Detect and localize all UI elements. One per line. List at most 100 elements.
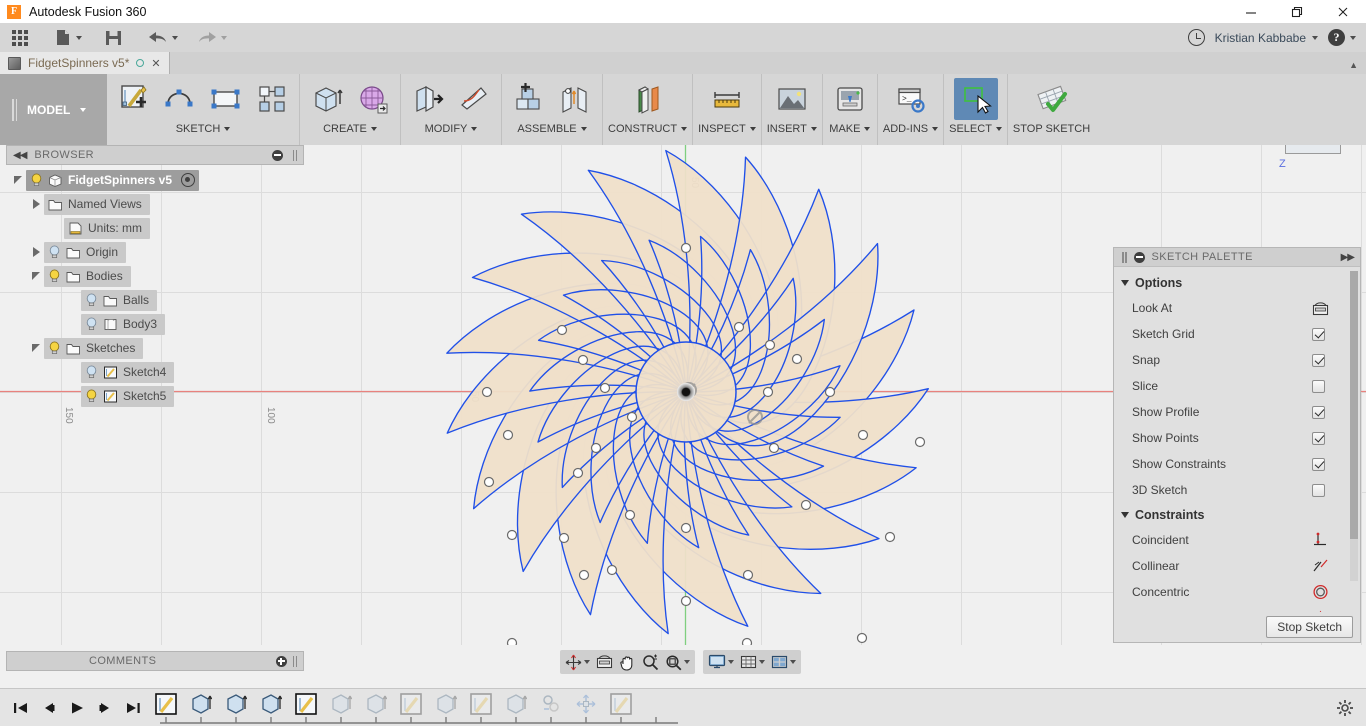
light-bulb-off-icon[interactable] bbox=[48, 245, 61, 259]
light-bulb-off-icon[interactable] bbox=[85, 317, 98, 331]
section-options[interactable]: Options bbox=[1114, 271, 1360, 295]
view-cube-face[interactable]: TOP bbox=[1285, 145, 1341, 154]
timeline-settings-button[interactable] bbox=[1336, 699, 1354, 717]
ribbon-group-label[interactable]: MODIFY bbox=[425, 123, 478, 135]
ribbon-group-label[interactable]: INSERT bbox=[767, 123, 817, 135]
twisty-right-icon[interactable] bbox=[28, 199, 44, 209]
option-show-points[interactable]: Show Points bbox=[1114, 425, 1360, 451]
option-show-constraints[interactable]: Show Constraints bbox=[1114, 451, 1360, 477]
tree-item-sketch5[interactable]: Sketch5 bbox=[6, 384, 304, 408]
drag-handle-icon[interactable] bbox=[292, 655, 297, 667]
pattern-button[interactable] bbox=[250, 78, 294, 120]
play-button[interactable] bbox=[68, 699, 86, 717]
minus-circle-icon[interactable] bbox=[1133, 251, 1145, 263]
undo-button[interactable] bbox=[141, 23, 184, 52]
stop-sketch-button[interactable] bbox=[1030, 78, 1074, 120]
plus-circle-icon[interactable] bbox=[275, 655, 287, 667]
ribbon-group-label[interactable]: CREATE bbox=[323, 123, 377, 135]
comments-panel[interactable]: COMMENTS bbox=[6, 651, 304, 671]
rectangle-button[interactable] bbox=[204, 78, 248, 120]
midpoint-constraint-icon[interactable] bbox=[1312, 610, 1329, 612]
minus-circle-icon[interactable] bbox=[271, 149, 283, 161]
select-button[interactable] bbox=[953, 78, 998, 120]
go-to-beginning-button[interactable] bbox=[12, 699, 30, 717]
concentric-constraint-icon[interactable] bbox=[1312, 584, 1329, 600]
ribbon-group-label[interactable]: MAKE bbox=[829, 123, 871, 135]
new-file-button[interactable] bbox=[48, 23, 88, 52]
workspace-switcher[interactable]: MODEL bbox=[0, 74, 107, 145]
new-component-button[interactable] bbox=[507, 78, 551, 120]
maximize-button[interactable] bbox=[1274, 0, 1320, 23]
user-menu[interactable]: Kristian Kabbabe bbox=[1215, 31, 1318, 45]
twisty-down-icon[interactable] bbox=[10, 176, 26, 184]
fillet-button[interactable] bbox=[452, 78, 496, 120]
close-button[interactable] bbox=[1320, 0, 1366, 23]
timeline-sketch-feature[interactable] bbox=[294, 692, 318, 716]
option-3d-sketch[interactable]: 3D Sketch bbox=[1114, 477, 1360, 503]
display-settings-button[interactable] bbox=[706, 651, 736, 673]
twisty-down-icon[interactable] bbox=[28, 344, 44, 352]
twisty-right-icon[interactable] bbox=[28, 247, 44, 257]
show-profile-checkbox[interactable] bbox=[1312, 405, 1325, 419]
go-to-end-button[interactable] bbox=[124, 699, 142, 717]
light-bulb-on-icon[interactable] bbox=[48, 269, 61, 283]
tree-item-origin[interactable]: Origin bbox=[6, 240, 304, 264]
show-constraints-checkbox[interactable] bbox=[1312, 457, 1325, 471]
timeline-extrude-feature[interactable] bbox=[364, 692, 388, 716]
viewports-button[interactable] bbox=[769, 651, 798, 673]
insert-canvas-button[interactable] bbox=[770, 78, 814, 120]
scripts-addins-button[interactable]: >_ bbox=[889, 78, 933, 120]
pan-button[interactable] bbox=[617, 651, 638, 673]
step-forward-button[interactable] bbox=[96, 699, 114, 717]
expand-right-icon[interactable]: ▶▶ bbox=[1341, 252, 1355, 263]
ribbon-group-label[interactable]: CONSTRUCT bbox=[608, 123, 688, 135]
option-snap[interactable]: Snap bbox=[1114, 347, 1360, 373]
timeline-sketch-feature[interactable] bbox=[399, 692, 423, 716]
offset-plane-button[interactable] bbox=[626, 78, 670, 120]
joint-button[interactable] bbox=[553, 78, 597, 120]
slice-checkbox[interactable] bbox=[1312, 379, 1325, 393]
timeline-sketch-feature[interactable] bbox=[469, 692, 493, 716]
look-at-icon[interactable] bbox=[1312, 301, 1329, 316]
press-pull-button[interactable] bbox=[406, 78, 450, 120]
timeline-joint-feature[interactable] bbox=[539, 692, 563, 716]
timeline-sketch-feature[interactable] bbox=[609, 692, 633, 716]
show-points-checkbox[interactable] bbox=[1312, 431, 1325, 445]
tree-item-sketch4[interactable]: Sketch4 bbox=[6, 360, 304, 384]
ribbon-group-label[interactable]: INSPECT bbox=[698, 123, 756, 135]
ribbon-group-label[interactable]: ADD-INS bbox=[883, 123, 939, 135]
tree-item-balls[interactable]: Balls bbox=[6, 288, 304, 312]
3d-print-button[interactable] bbox=[828, 78, 872, 120]
ribbon-group-label[interactable]: ASSEMBLE bbox=[517, 123, 587, 135]
zoom-button[interactable] bbox=[640, 651, 661, 673]
timeline-move-feature[interactable] bbox=[574, 692, 598, 716]
light-bulb-off-icon[interactable] bbox=[85, 293, 98, 307]
look-at-button[interactable] bbox=[594, 651, 615, 673]
timeline-extrude-feature[interactable] bbox=[434, 692, 458, 716]
twisty-down-icon[interactable] bbox=[28, 272, 44, 280]
orbit-button[interactable] bbox=[563, 651, 592, 673]
timeline-sketch-feature[interactable] bbox=[154, 692, 178, 716]
timeline-extrude-feature[interactable] bbox=[259, 692, 283, 716]
snap-checkbox[interactable] bbox=[1312, 353, 1325, 367]
section-constraints[interactable]: Constraints bbox=[1114, 503, 1360, 527]
app-grid-button[interactable] bbox=[0, 23, 34, 52]
zoom-fit-button[interactable] bbox=[663, 651, 692, 673]
tree-item-sketches[interactable]: Sketches bbox=[6, 336, 304, 360]
collinear-constraint-icon[interactable] bbox=[1312, 558, 1329, 574]
ribbon-group-label[interactable]: SKETCH bbox=[176, 123, 231, 135]
coincident-constraint-icon[interactable] bbox=[1312, 532, 1329, 548]
redo-button[interactable] bbox=[190, 23, 233, 52]
activate-component-icon[interactable] bbox=[181, 173, 196, 187]
option-look-at[interactable]: Look At bbox=[1114, 295, 1360, 321]
constraint-collinear[interactable]: Collinear bbox=[1114, 553, 1360, 579]
option-sketch-grid[interactable]: Sketch Grid bbox=[1114, 321, 1360, 347]
create-form-button[interactable] bbox=[351, 78, 395, 120]
minimize-button[interactable] bbox=[1228, 0, 1274, 23]
timeline-extrude-feature[interactable] bbox=[504, 692, 528, 716]
tree-item-bodies[interactable]: Bodies bbox=[6, 264, 304, 288]
tree-item-units[interactable]: Units: mm bbox=[6, 216, 304, 240]
tree-item-body3[interactable]: Body3 bbox=[6, 312, 304, 336]
light-bulb-on-icon[interactable] bbox=[30, 173, 43, 187]
option-show-profile[interactable]: Show Profile bbox=[1114, 399, 1360, 425]
